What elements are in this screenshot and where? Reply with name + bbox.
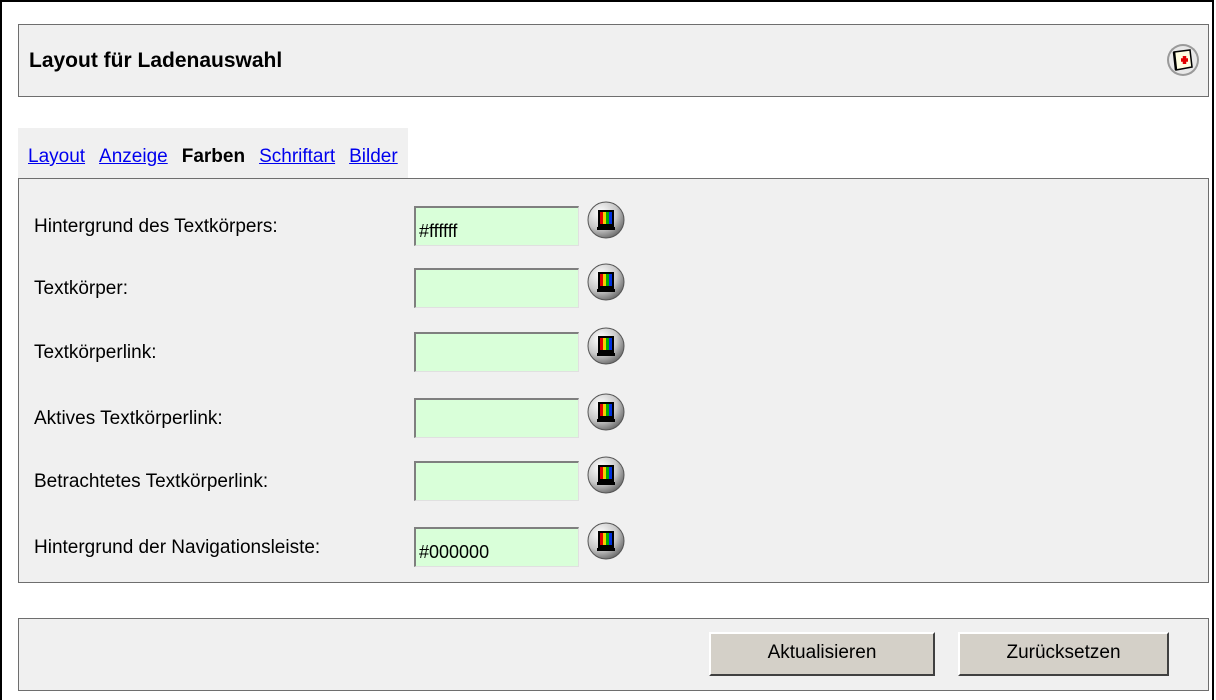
field-label-navbar-background: Hintergrund der Navigationsleiste: xyxy=(34,537,321,558)
field-label-body-background: Hintergrund des Textkörpers: xyxy=(34,216,278,237)
tab-farben[interactable]: Farben xyxy=(182,146,245,178)
tab-schriftart[interactable]: Schriftart xyxy=(259,146,335,178)
page-title: Layout für Ladenauswahl xyxy=(29,49,283,72)
tab-bar: Layout Anzeige Farben Schriftart Bilder xyxy=(18,128,408,178)
form-row: Hintergrund der Navigationsleiste: xyxy=(19,522,719,569)
form-row: Textkörper: xyxy=(19,263,719,310)
color-picker-icon[interactable] xyxy=(586,455,626,495)
form-row: Hintergrund des Textkörpers: xyxy=(19,201,719,248)
color-picker-icon[interactable] xyxy=(586,392,626,432)
form-row: Betrachtetes Textkörperlink: xyxy=(19,456,719,503)
tab-anzeige[interactable]: Anzeige xyxy=(99,146,168,178)
body-background-input[interactable] xyxy=(414,206,579,246)
tab-bilder[interactable]: Bilder xyxy=(349,146,398,178)
navbar-background-input[interactable] xyxy=(414,527,579,567)
colors-panel: Hintergrund des Textkörpers: Textkörper:… xyxy=(18,178,1209,583)
color-picker-icon[interactable] xyxy=(586,262,626,302)
color-picker-icon[interactable] xyxy=(586,200,626,240)
visited-link-input[interactable] xyxy=(414,461,579,501)
reset-button[interactable]: Zurücksetzen xyxy=(958,632,1169,676)
form-row: Textkörperlink: xyxy=(19,327,719,374)
update-button[interactable]: Aktualisieren xyxy=(709,632,935,676)
color-picker-icon[interactable] xyxy=(586,521,626,561)
field-label-body-text: Textkörper: xyxy=(34,278,128,299)
action-bar: Aktualisieren Zurücksetzen xyxy=(18,618,1209,691)
field-label-body-link: Textkörperlink: xyxy=(34,342,157,363)
body-link-input[interactable] xyxy=(414,332,579,372)
field-label-visited-link: Betrachtetes Textkörperlink: xyxy=(34,471,269,492)
tab-layout[interactable]: Layout xyxy=(28,146,85,178)
active-link-input[interactable] xyxy=(414,398,579,438)
color-picker-icon[interactable] xyxy=(586,326,626,366)
page-header: Layout für Ladenauswahl xyxy=(18,24,1209,97)
form-row: Aktives Textkörperlink: xyxy=(19,393,719,440)
help-book-icon[interactable] xyxy=(1166,43,1200,77)
body-text-input[interactable] xyxy=(414,268,579,308)
field-label-active-link: Aktives Textkörperlink: xyxy=(34,408,223,429)
